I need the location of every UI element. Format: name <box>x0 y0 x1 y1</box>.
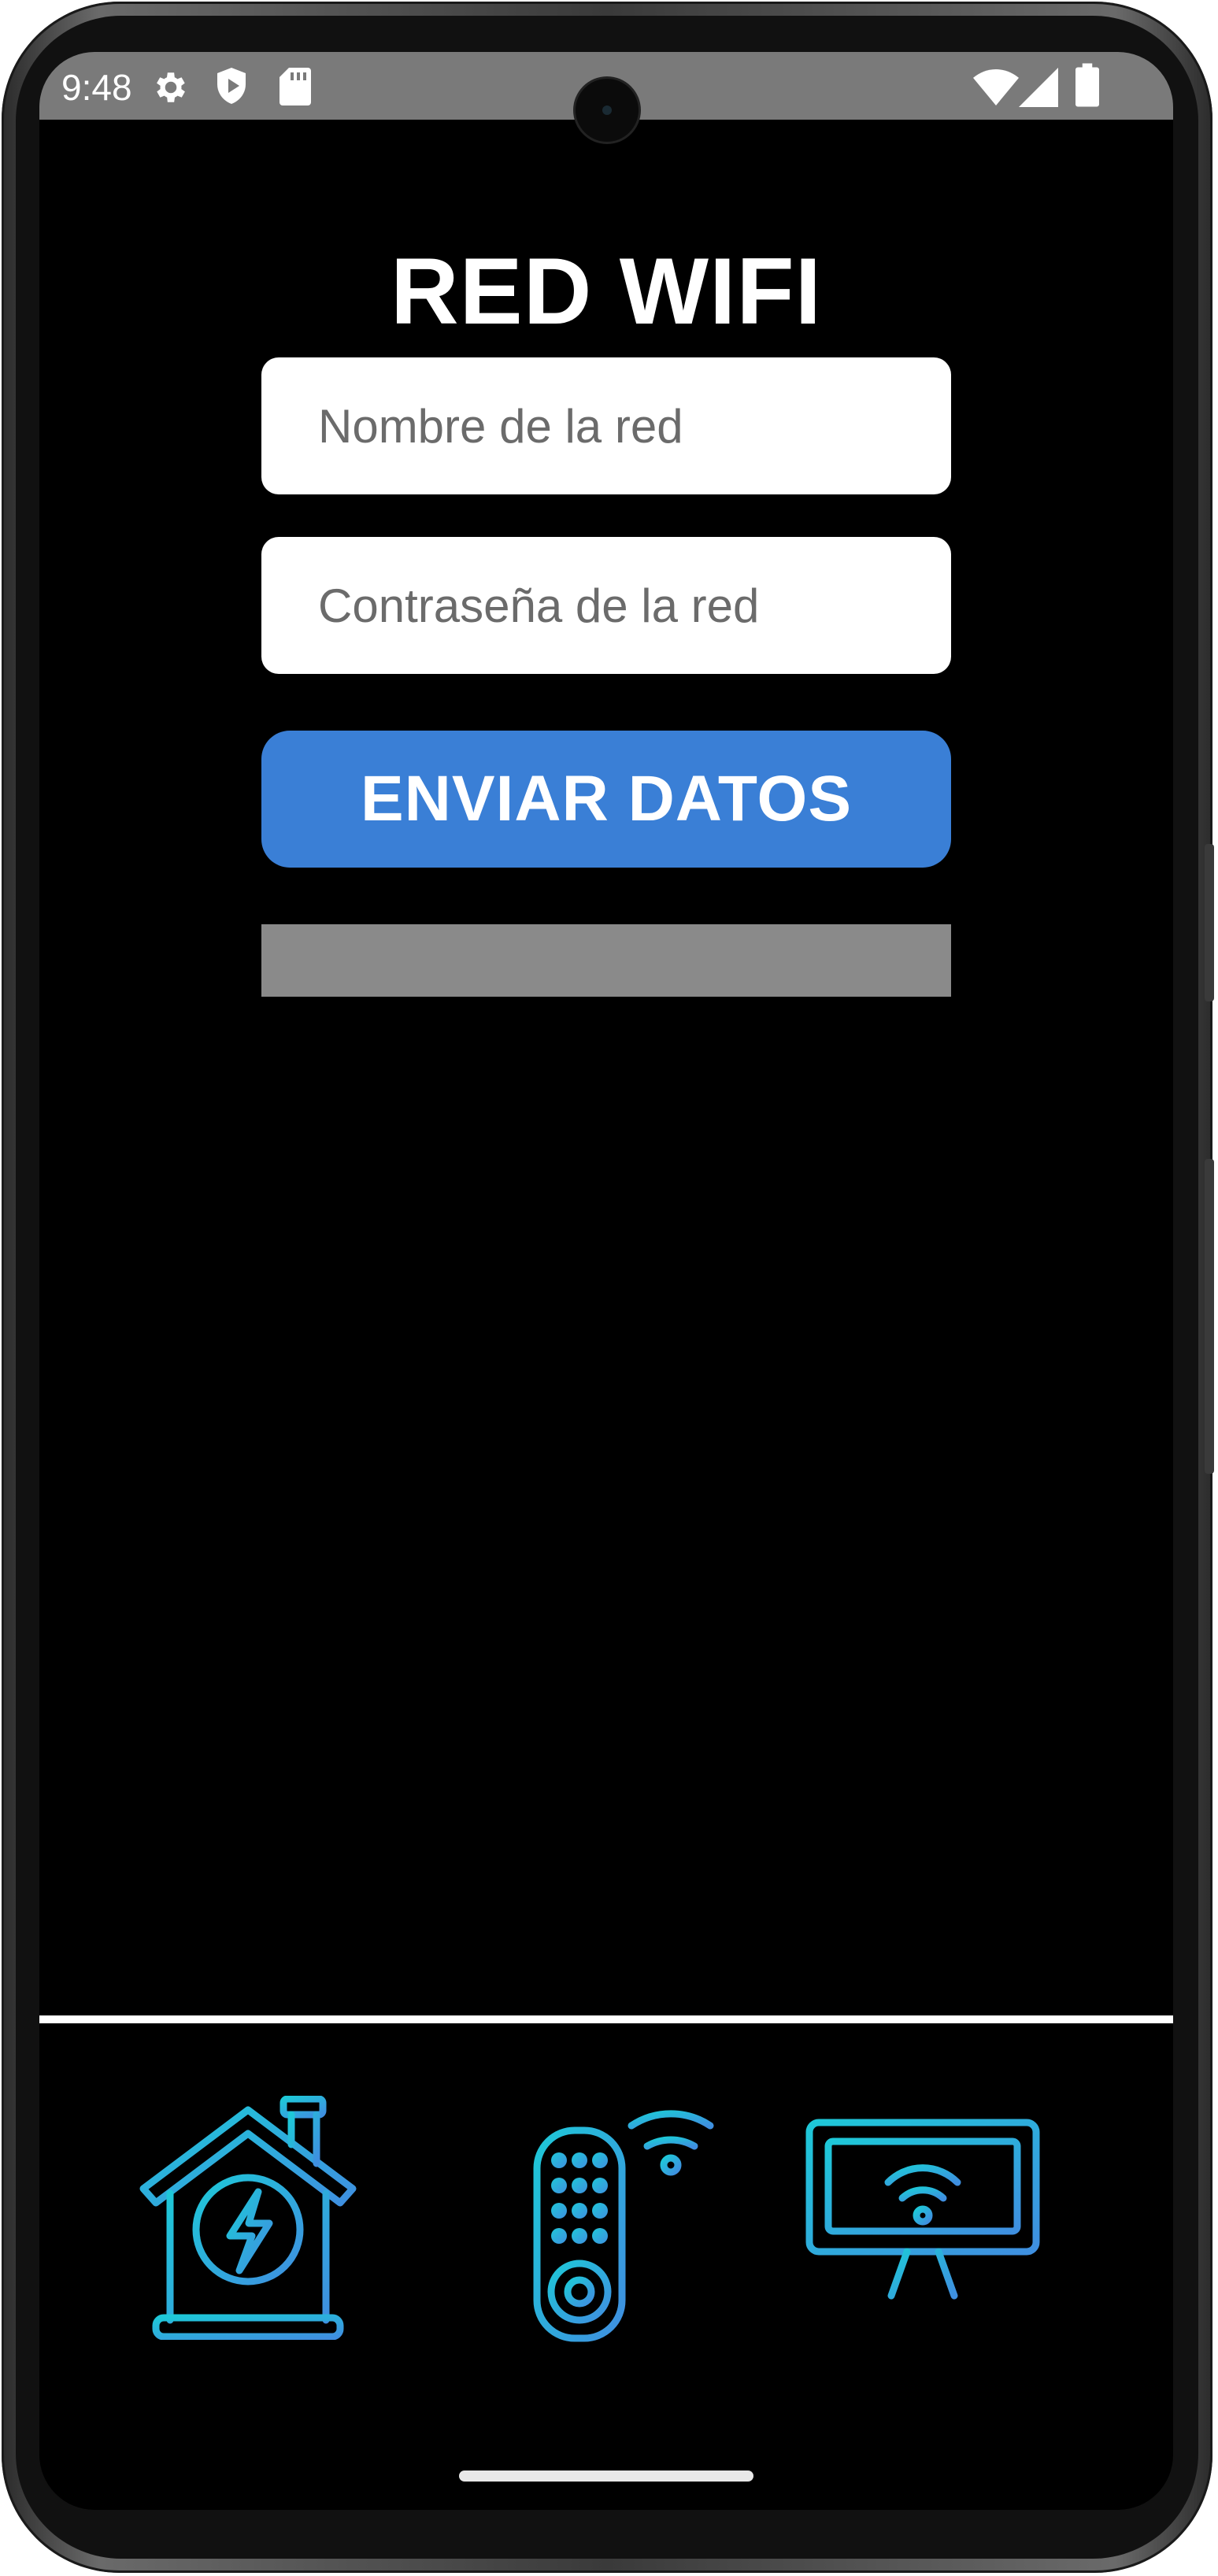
status-message-box <box>261 924 951 997</box>
volume-button <box>1205 844 1214 1001</box>
battery-icon <box>1075 63 1099 107</box>
app-screen: 9:48 RED WIFI Nombre de la red Contraseñ… <box>39 52 1173 2510</box>
sd-card-icon <box>280 68 311 105</box>
page-title: RED WIFI <box>391 239 822 344</box>
bottom-nav-divider <box>39 2015 1173 2023</box>
status-time: 9:48 <box>61 67 132 108</box>
shield-play-icon <box>217 68 246 104</box>
phone-frame: 9:48 RED WIFI Nombre de la red Contraseñ… <box>2 2 1214 2573</box>
wifi-monitor-icon[interactable] <box>805 2118 1041 2307</box>
network-name-input[interactable] <box>261 357 951 494</box>
send-data-button[interactable]: ENVIAR DATOS <box>261 731 951 868</box>
smart-home-energy-icon[interactable] <box>134 2096 362 2340</box>
home-indicator[interactable] <box>459 2471 753 2482</box>
wifi-remote-control-icon[interactable] <box>532 2091 737 2343</box>
signal-icon <box>1019 68 1058 107</box>
network-password-input[interactable] <box>261 537 951 674</box>
wifi-icon <box>973 69 1019 105</box>
front-camera <box>576 79 639 142</box>
power-button <box>1205 1159 1214 1474</box>
gear-icon <box>157 72 185 102</box>
